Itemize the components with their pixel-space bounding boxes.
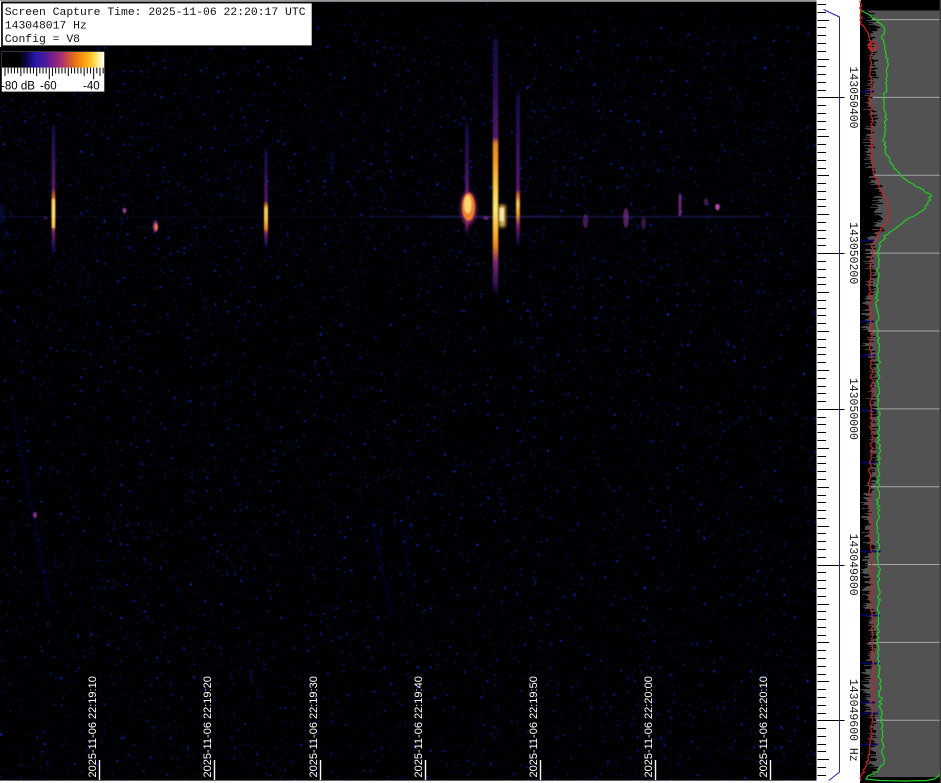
svg-text:2025-11-06 22:19:50: 2025-11-06 22:19:50	[528, 676, 540, 777]
svg-text:2025-11-06 22:19:20: 2025-11-06 22:19:20	[202, 676, 214, 777]
svg-text:2025-11-06 22:19:30: 2025-11-06 22:19:30	[308, 676, 320, 777]
svg-text:143050400: 143050400	[846, 66, 859, 128]
svg-text:143050200: 143050200	[846, 222, 859, 284]
svg-text:143049600 Hz: 143049600 Hz	[846, 679, 859, 762]
svg-text:-60: -60	[40, 81, 57, 93]
svg-text:143050000: 143050000	[846, 378, 859, 440]
svg-text:2025-11-06 22:19:40: 2025-11-06 22:19:40	[413, 676, 425, 777]
svg-text:2025-11-06 22:20:00: 2025-11-06 22:20:00	[643, 676, 655, 777]
svg-text:143049800: 143049800	[846, 534, 859, 596]
svg-text:Screen Capture Time: 2025-11-0: Screen Capture Time: 2025-11-06 22:20:17…	[5, 7, 306, 19]
svg-text:Config = V8: Config = V8	[5, 34, 80, 46]
svg-text:-80 dB: -80 dB	[1, 81, 35, 93]
svg-text:143048017 Hz: 143048017 Hz	[5, 20, 87, 32]
svg-text:-40: -40	[83, 81, 100, 93]
svg-text:2025-11-06 22:20:10: 2025-11-06 22:20:10	[758, 676, 770, 777]
svg-text:2025-11-06 22:19:10: 2025-11-06 22:19:10	[87, 676, 99, 777]
